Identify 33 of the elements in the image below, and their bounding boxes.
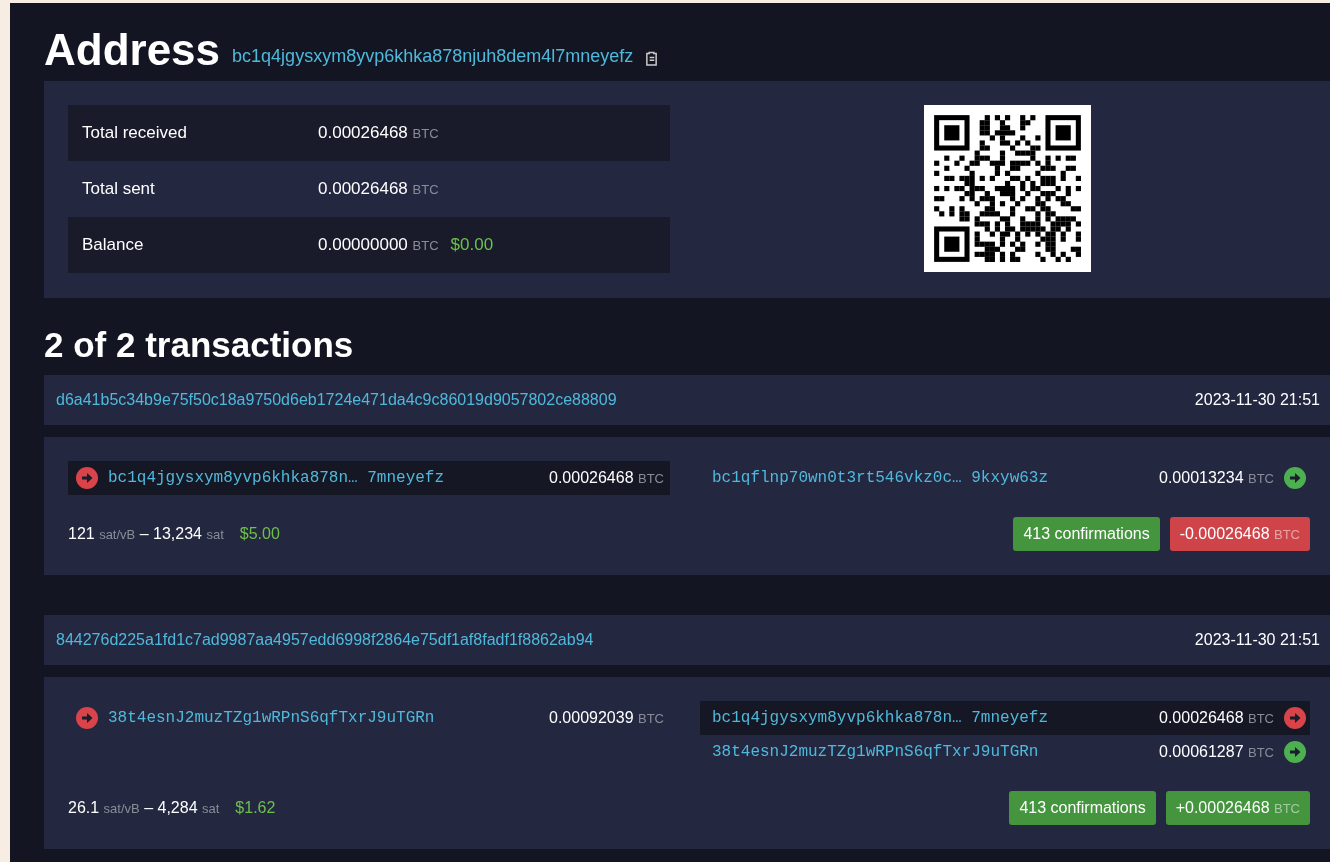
btc-amount: 0.00013234 BTC bbox=[1159, 469, 1274, 487]
btc-amount: 0.00026468 BTC bbox=[318, 123, 439, 143]
fee-text: 26.1 sat/vB – 4,284 sat bbox=[68, 799, 220, 817]
fiat-value: $5.00 bbox=[239, 525, 280, 543]
summary-label: Total sent bbox=[82, 179, 156, 199]
confirmations-button[interactable]: 413 confirmations bbox=[1009, 791, 1156, 825]
net-amount-button[interactable]: +0.00026468 BTC bbox=[1165, 791, 1310, 825]
address-link[interactable]: bc1q4jgysxym8yvp6khka878njuh8dem4l7mneyefz bbox=[232, 46, 634, 67]
fiat-value: $0.00 bbox=[450, 235, 494, 255]
summary-label: Balance bbox=[82, 235, 145, 255]
address-link[interactable]: 38t4esnJ2muzTZg1wRPnS6qfTxrJ9uTGRn bbox=[712, 743, 1039, 761]
btc-amount: 0.00026468 BTC bbox=[1159, 709, 1274, 727]
btc-amount: 0.00026468 BTC bbox=[549, 469, 664, 487]
copy-icon[interactable] bbox=[645, 51, 659, 66]
btc-amount: 0.00000000 BTC bbox=[318, 235, 439, 255]
address-link[interactable]: bc1q4jgysxym8yvp6khka878n… 7mneyefz bbox=[108, 469, 445, 487]
timestamp: 2023-11-30 21:51 bbox=[1194, 631, 1320, 649]
btc-amount: 0.00092039 BTC bbox=[549, 709, 664, 727]
address-link[interactable]: 38t4esnJ2muzTZg1wRPnS6qfTxrJ9uTGRn bbox=[108, 709, 435, 727]
address-link[interactable]: bc1q4jgysxym8yvp6khka878n… 7mneyefz bbox=[712, 709, 1049, 727]
timestamp: 2023-11-30 21:51 bbox=[1194, 391, 1320, 409]
address-link[interactable]: bc1qflnp70wn0t3rt546vkz0c… 9kxyw63z bbox=[712, 469, 1049, 487]
confirmations-button[interactable]: 413 confirmations bbox=[1013, 517, 1160, 551]
btc-amount: 0.00061287 BTC bbox=[1159, 743, 1274, 761]
txid-link[interactable]: 844276d225a1fd1c7ad9987aa4957edd6998f2864e75df1af8fadf1f8862ab94 bbox=[56, 631, 594, 649]
btc-amount: 0.00026468 BTC bbox=[318, 179, 439, 199]
page-title: Address bbox=[44, 24, 221, 76]
fee-text: 121 sat/vB – 13,234 sat bbox=[68, 525, 224, 543]
fiat-value: $1.62 bbox=[235, 799, 276, 817]
summary-label: Total received bbox=[82, 123, 188, 143]
txid-link[interactable]: d6a41b5c34b9e75f50c18a9750d6eb1724e471da4c9c86019d9057802ce88809 bbox=[56, 391, 617, 409]
net-amount-button[interactable]: -0.00026468 BTC bbox=[1169, 517, 1310, 551]
section-heading: 2 of 2 transactions bbox=[44, 324, 355, 366]
